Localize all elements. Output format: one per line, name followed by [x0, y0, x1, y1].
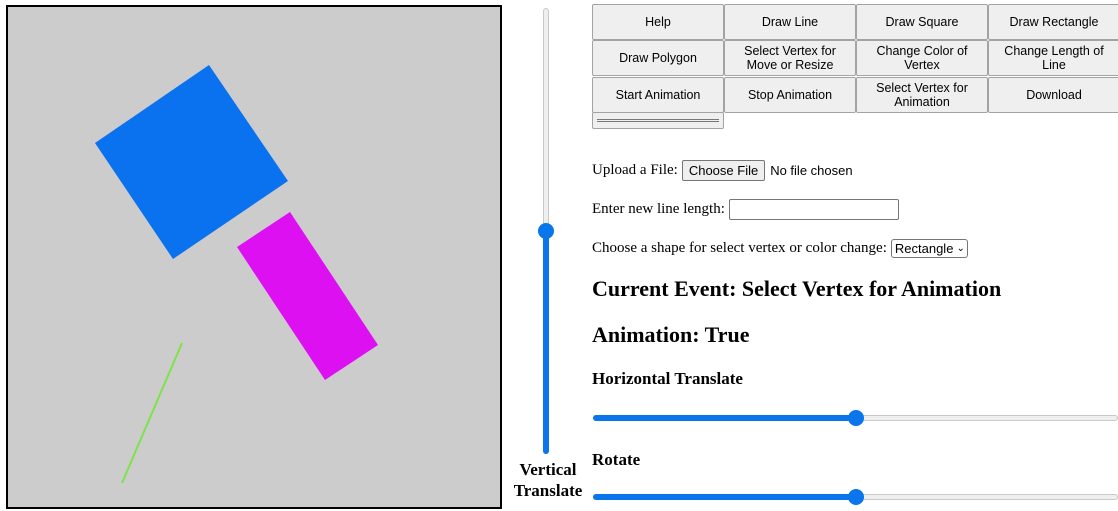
animation-status-heading: Animation: True	[592, 322, 750, 347]
start-animation-button[interactable]: Start Animation	[592, 77, 724, 113]
shape-select-dropdown[interactable]: Rectangle ⌄	[890, 239, 968, 258]
rotate-thumb[interactable]	[847, 489, 864, 505]
draw-rectangle-button[interactable]: Draw Rectangle	[988, 4, 1118, 40]
help-button[interactable]: Help	[592, 4, 724, 40]
shape-select-row: Choose a shape for select vertex or colo…	[592, 239, 968, 258]
shape-select-value: Rectangle	[894, 241, 954, 256]
drawing-canvas[interactable]	[6, 5, 502, 509]
horizontal-translate-label: Horizontal Translate	[592, 369, 743, 388]
shape-select-label: Choose a shape for select vertex or colo…	[592, 240, 887, 256]
draw-polygon-button[interactable]: Draw Polygon	[592, 40, 724, 76]
line-length-input[interactable]	[728, 199, 899, 220]
horizontal-translate-thumb[interactable]	[847, 410, 864, 426]
empty-button-bar	[597, 119, 719, 122]
file-status: No file chosen	[770, 163, 853, 178]
rotate-label: Rotate	[592, 450, 641, 469]
upload-label: Upload a File:	[592, 162, 678, 178]
blue-square-shape[interactable]	[95, 65, 288, 259]
empty-button[interactable]	[592, 112, 724, 129]
line-length-row: Enter new line length:	[592, 199, 899, 220]
rotate-slider[interactable]	[593, 489, 1118, 505]
download-button[interactable]: Download	[988, 77, 1118, 113]
select-vertex-animation-button[interactable]: Select Vertex for Animation	[856, 77, 988, 113]
chevron-down-icon: ⌄	[956, 243, 965, 254]
select-vertex-move-resize-button[interactable]: Select Vertex for Move or Resize	[724, 40, 856, 76]
vertical-translate-slider[interactable]	[538, 8, 554, 454]
stop-animation-button[interactable]: Stop Animation	[724, 77, 856, 113]
magenta-rectangle-shape[interactable]	[237, 212, 378, 380]
change-color-vertex-button[interactable]: Change Color of Vertex	[856, 40, 988, 76]
draw-square-button[interactable]: Draw Square	[856, 4, 988, 40]
line-length-label: Enter new line length:	[592, 201, 725, 217]
current-event-heading: Current Event: Select Vertex for Animati…	[592, 276, 1002, 301]
upload-row: Upload a File: Choose File No file chose…	[592, 160, 853, 181]
green-line-shape[interactable]	[121, 342, 183, 484]
change-length-line-button[interactable]: Change Length of Line	[988, 40, 1118, 76]
vertical-translate-label: Vertical Translate	[513, 460, 583, 500]
draw-line-button[interactable]: Draw Line	[724, 4, 856, 40]
choose-file-button[interactable]: Choose File	[681, 160, 766, 181]
vertical-translate-thumb[interactable]	[538, 223, 554, 239]
horizontal-translate-slider[interactable]	[593, 410, 1118, 426]
